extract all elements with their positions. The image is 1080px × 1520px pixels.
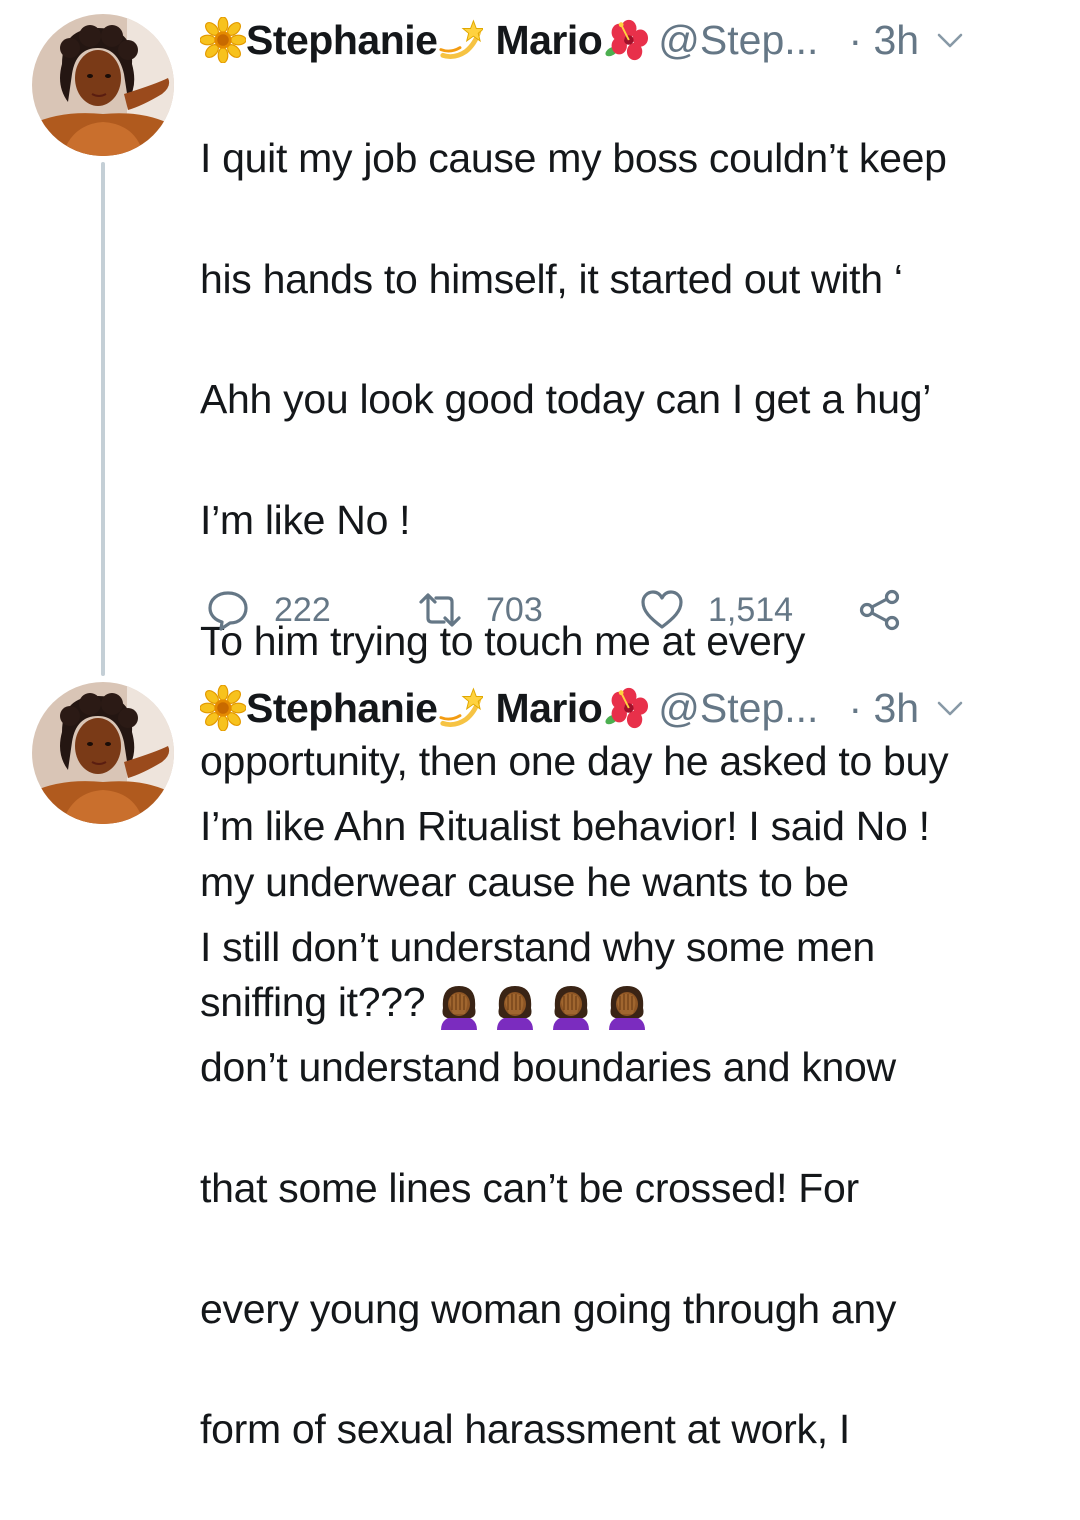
tweet-text: I’m like Ahn Ritualist behavior! I said …	[200, 736, 1060, 1520]
sunflower-emoji-icon	[200, 17, 246, 63]
tweet-header: Stephanie Mario @Step... · 3h	[200, 12, 1060, 68]
heart-icon	[640, 588, 684, 632]
sunflower-emoji-icon	[200, 685, 246, 731]
tweet-text-line: form of sexual harassment at work, I	[200, 1406, 851, 1453]
tweet-text-line: I’m like No !	[200, 497, 411, 544]
tweet-text-line: don’t understand boundaries and know	[200, 1044, 896, 1091]
retweet-count: 703	[486, 590, 543, 629]
reply-icon	[206, 588, 250, 632]
tweet-timestamp[interactable]: · 3h	[848, 12, 919, 68]
share-icon	[858, 588, 902, 632]
hibiscus-emoji-icon	[602, 685, 648, 731]
tweet-text-line: I quit my job cause my boss couldn’t kee…	[200, 135, 947, 182]
retweet-icon	[418, 588, 462, 632]
tweet-actions: 222 703 1,514	[200, 580, 1060, 640]
tweet-timestamp[interactable]: · 3h	[848, 680, 919, 736]
share-button[interactable]	[858, 580, 926, 640]
retweet-button[interactable]: 703	[418, 580, 543, 640]
reply-button[interactable]: 222	[206, 580, 331, 640]
tweet-text-line: his hands to himself, it started out wit…	[200, 255, 903, 302]
tweet-text-line: I’m like Ahn Ritualist behavior! I said …	[200, 803, 930, 850]
tweet-text-line: that some lines can’t be crossed! For	[200, 1165, 859, 1212]
dizzy-emoji-icon	[437, 685, 483, 731]
thread-connector-line	[101, 162, 105, 676]
chevron-down-icon[interactable]	[933, 25, 967, 55]
author-handle[interactable]: @Step...	[658, 680, 818, 736]
like-button[interactable]: 1,514	[640, 580, 793, 640]
author-handle[interactable]: @Step...	[658, 12, 818, 68]
hibiscus-emoji-icon	[602, 17, 648, 63]
tweet-text-line: I still don’t understand why some men	[200, 923, 875, 970]
avatar[interactable]	[32, 682, 174, 824]
author-name-last[interactable]: Mario	[495, 12, 602, 68]
avatar[interactable]	[32, 14, 174, 156]
tweet-body: Stephanie Mario @Step... · 3h I’m like A…	[200, 680, 1060, 1520]
tweet-text-line: every young woman going through any	[200, 1285, 897, 1332]
author-name-last[interactable]: Mario	[495, 680, 602, 736]
author-name-first[interactable]: Stephanie	[246, 680, 438, 736]
tweet-text-line: Ahh you look good today can I get a hug’	[200, 376, 932, 423]
tweet-header: Stephanie Mario @Step... · 3h	[200, 680, 1060, 736]
dizzy-emoji-icon	[437, 17, 483, 63]
author-name-first[interactable]: Stephanie	[246, 12, 438, 68]
like-count: 1,514	[708, 590, 794, 629]
chevron-down-icon[interactable]	[933, 693, 967, 723]
reply-count: 222	[274, 590, 331, 629]
